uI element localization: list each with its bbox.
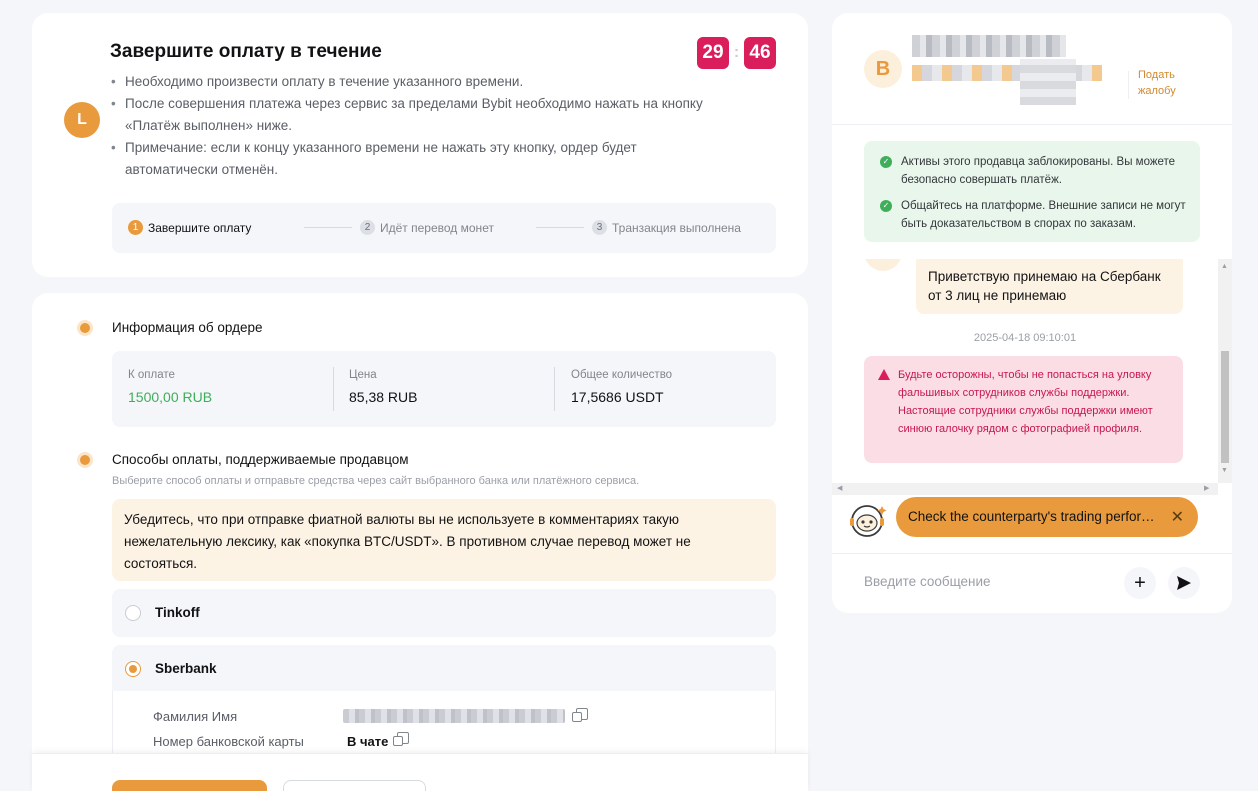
safety-note: ✓ Активы этого продавца заблокированы. В… [878, 153, 1186, 189]
payment-option-label: Sberbank [155, 661, 217, 676]
payment-methods-title: Способы оплаты, поддерживаемые продавцом [112, 452, 409, 467]
radio-sberbank[interactable] [125, 661, 141, 677]
payment-methods-subtitle: Выберите способ оплаты и отправьте средс… [112, 475, 640, 487]
timer-seconds: 46 [744, 37, 776, 69]
payment-warning: Убедитесь, что при отправке фиатной валю… [112, 499, 776, 581]
counterparty-tip-banner[interactable]: Check the counterparty's trading perform… [896, 497, 1198, 537]
quantity-value: 17,5686 USDT [571, 389, 664, 405]
copy-icon[interactable] [393, 732, 409, 746]
step-label: Завершите оплату [148, 220, 252, 235]
check-circle-icon: ✓ [880, 156, 892, 168]
timer-minutes: 29 [697, 37, 729, 69]
full-name-redacted [343, 709, 565, 723]
horizontal-scrollbar[interactable]: ◀ ▶ [832, 483, 1218, 495]
instruction-item: После совершения платежа через сервис за… [110, 93, 710, 137]
timer-separator: : [733, 44, 740, 61]
order-info-title: Информация об ордере [112, 320, 263, 335]
payment-option-sberbank[interactable]: Sberbank [112, 645, 776, 693]
check-circle-icon: ✓ [880, 200, 892, 212]
step-divider [536, 227, 584, 228]
order-timer-card: L Завершите оплату в течение 29 : 46 Нео… [32, 13, 808, 277]
countdown-timer: 29 : 46 [697, 37, 776, 69]
progress-steps: 1 Завершите оплату 2 Идёт перевод монет … [112, 203, 776, 253]
info-divider [333, 367, 334, 411]
step-complete-payment: 1 Завершите оплату [128, 220, 251, 235]
order-details-card: Информация об ордере К оплате 1500,00 RU… [32, 293, 808, 791]
cancel-order-button[interactable] [283, 780, 426, 791]
price: Цена 85,38 RUB [349, 369, 417, 405]
scroll-left-icon[interactable]: ◀ [837, 484, 842, 492]
quantity-label: Общее количество [571, 369, 673, 381]
order-info-box: К оплате 1500,00 RUB Цена 85,38 RUB Обще… [112, 351, 776, 427]
warning-triangle-icon [878, 369, 890, 380]
scrollbar-thumb[interactable] [1221, 351, 1229, 463]
payment-option-tinkoff[interactable]: Tinkoff [112, 589, 776, 637]
full-name-label: Фамилия Имя [153, 709, 238, 724]
step-divider [304, 227, 352, 228]
scam-warning: Будьте осторожны, чтобы не попасться на … [864, 356, 1183, 463]
header-divider [1128, 71, 1129, 99]
step-transaction-done: 3 Транзакция выполнена [592, 220, 741, 235]
safety-note-text: Активы этого продавца заблокированы. Вы … [901, 156, 1176, 186]
amount-to-pay: К оплате 1500,00 RUB [128, 369, 212, 405]
info-divider [554, 367, 555, 411]
instruction-item: Примечание: если к концу указанного врем… [110, 137, 710, 181]
amount-label: К оплате [128, 369, 175, 381]
send-icon [1177, 576, 1191, 590]
support-bot-icon[interactable] [848, 500, 888, 540]
safety-note: ✓ Общайтесь на платформе. Внешние записи… [878, 197, 1186, 233]
safety-notice: ✓ Активы этого продавца заблокированы. В… [864, 141, 1200, 242]
vertical-scrollbar[interactable]: ▲ ▼ [1218, 259, 1232, 483]
send-button[interactable] [1168, 567, 1200, 599]
payment-option-label: Tinkoff [155, 605, 200, 620]
seller-name-redacted [912, 35, 1066, 57]
chat-header: B Подать жалобу [832, 13, 1232, 125]
price-value: 85,38 RUB [349, 389, 418, 405]
chat-messages: Приветствую принемаю на Сбербанк от 3 ли… [832, 259, 1218, 483]
tip-text: Check the counterparty's trading perform… [908, 509, 1160, 524]
close-icon[interactable]: ✕ [1171, 507, 1184, 527]
payment-done-button[interactable] [112, 780, 267, 791]
copy-icon[interactable] [572, 708, 588, 722]
counterparty-avatar: L [64, 102, 100, 138]
step-number: 1 [128, 220, 143, 235]
scroll-down-icon[interactable]: ▼ [1221, 467, 1228, 474]
attach-button[interactable]: + [1124, 567, 1156, 599]
message-timestamp: 2025-04-18 09:10:01 [973, 332, 1077, 344]
step-coin-transfer: 2 Идёт перевод монет [360, 220, 494, 235]
scam-warning-text: Будьте осторожны, чтобы не попасться на … [898, 369, 1153, 435]
instructions-list: Необходимо произвести оплату в течение у… [110, 71, 710, 181]
message-input[interactable] [864, 574, 1104, 589]
step-number: 3 [592, 220, 607, 235]
seller-message-avatar [864, 259, 902, 271]
chat-panel: B Подать жалобу ✓ Активы этого продавца … [832, 13, 1232, 613]
scroll-right-icon[interactable]: ▶ [1204, 484, 1209, 492]
page-title: Завершите оплату в течение [110, 41, 382, 62]
section-marker [80, 455, 90, 465]
safety-note-text: Общайтесь на платформе. Внешние записи н… [901, 200, 1186, 230]
file-complaint-link[interactable]: Подать жалобу [1138, 67, 1198, 99]
action-bar [32, 753, 808, 791]
radio-tinkoff[interactable] [125, 605, 141, 621]
seller-info-redacted [1020, 59, 1076, 105]
scroll-up-icon[interactable]: ▲ [1221, 263, 1228, 270]
step-label: Идёт перевод монет [380, 220, 494, 235]
plus-icon: + [1134, 571, 1146, 594]
card-number-label: Номер банковской карты [153, 734, 304, 749]
chat-input-row: + [832, 553, 1232, 613]
section-marker [80, 323, 90, 333]
seller-avatar: B [864, 50, 902, 88]
seller-message: Приветствую принемаю на Сбербанк от 3 ли… [916, 259, 1183, 314]
card-number-value: В чате [347, 734, 389, 749]
step-number: 2 [360, 220, 375, 235]
total-quantity: Общее количество 17,5686 USDT [571, 369, 672, 405]
step-label: Транзакция выполнена [612, 220, 741, 235]
instruction-item: Необходимо произвести оплату в течение у… [110, 71, 710, 93]
amount-value: 1500,00 RUB [128, 389, 213, 405]
price-label: Цена [349, 369, 377, 381]
